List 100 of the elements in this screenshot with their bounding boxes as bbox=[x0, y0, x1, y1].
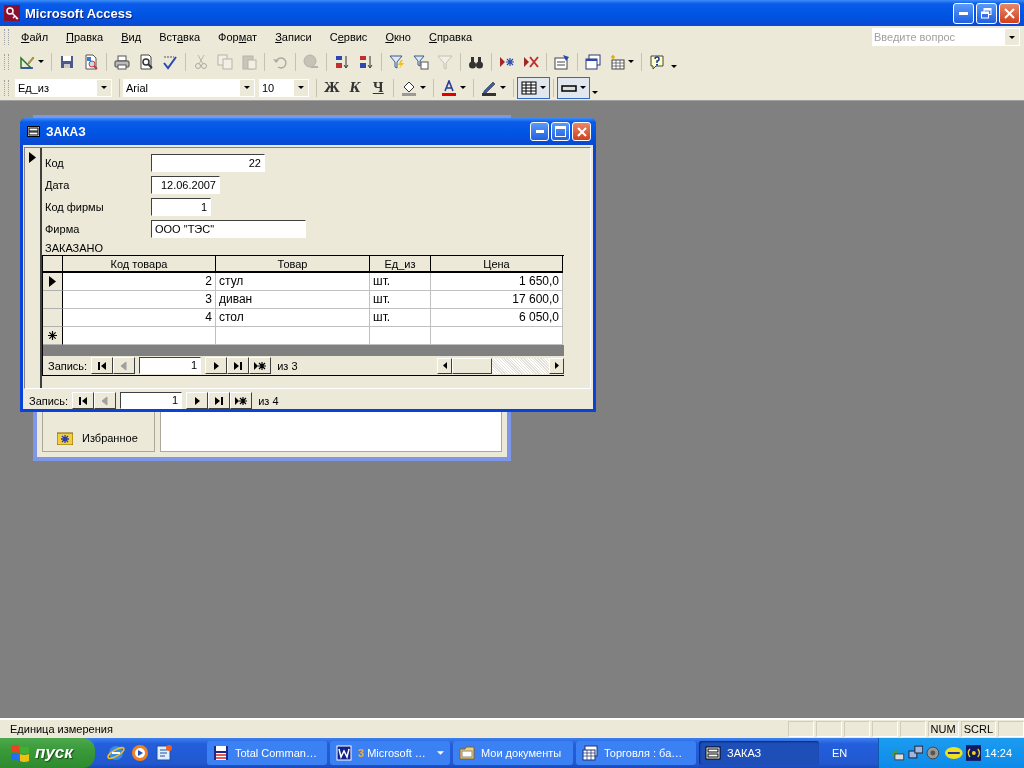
menu-item[interactable]: Формат bbox=[212, 31, 264, 43]
menu-item[interactable]: Окно bbox=[379, 31, 417, 43]
table-cell[interactable] bbox=[63, 327, 216, 345]
first-record-icon bbox=[78, 395, 89, 406]
status-panel bbox=[815, 721, 842, 737]
last-record-icon bbox=[214, 395, 225, 406]
help-question-field[interactable]: Введите вопрос bbox=[872, 28, 1004, 46]
star-folder-icon bbox=[57, 431, 73, 445]
status-panel bbox=[871, 721, 898, 737]
first-record-button[interactable] bbox=[91, 357, 114, 374]
table-cell: шт. bbox=[370, 309, 431, 327]
column-header[interactable]: Код товара bbox=[63, 256, 216, 273]
object-combo-box[interactable]: Ед_из bbox=[15, 78, 112, 97]
new-table-icon bbox=[609, 53, 625, 70]
font-color-icon bbox=[440, 79, 457, 96]
taskbar-button[interactable]: ЗАКАЗ bbox=[699, 741, 819, 765]
previous-record-icon bbox=[119, 360, 130, 371]
dropdown-button[interactable] bbox=[1004, 28, 1020, 46]
horizontal-scrollbar[interactable] bbox=[437, 357, 564, 374]
menu-item[interactable]: Вставка bbox=[153, 31, 207, 43]
minimize-button[interactable] bbox=[953, 2, 974, 24]
record-number-field[interactable]: 1 bbox=[120, 392, 183, 409]
scroll-right-icon bbox=[554, 362, 559, 369]
table-cell: 3 bbox=[63, 291, 216, 309]
close-button[interactable] bbox=[999, 2, 1020, 24]
table-cell[interactable] bbox=[431, 327, 563, 345]
menu-item[interactable]: Вид bbox=[115, 31, 148, 43]
form-icon bbox=[27, 126, 40, 137]
row-selector[interactable] bbox=[43, 309, 63, 327]
close-button[interactable] bbox=[572, 122, 591, 141]
browser-launch-button[interactable] bbox=[107, 744, 125, 762]
table-cell: 17 600,0 bbox=[431, 291, 563, 309]
clipboard-icon bbox=[241, 53, 257, 70]
status-indicator: NUM bbox=[927, 721, 959, 737]
row-selector[interactable] bbox=[43, 291, 63, 309]
taskbar-button[interactable]: Торговля : ба… bbox=[576, 741, 696, 765]
checkmark-icon bbox=[162, 53, 178, 70]
last-record-button[interactable] bbox=[227, 357, 250, 374]
border-style-button[interactable] bbox=[556, 76, 590, 99]
menu-item[interactable]: Правка bbox=[60, 31, 110, 43]
row-selector[interactable] bbox=[43, 273, 63, 291]
field-label: Фирма bbox=[45, 223, 81, 235]
globe-icon bbox=[303, 53, 319, 70]
last-record-button[interactable] bbox=[208, 392, 231, 409]
column-header[interactable]: Ед_из bbox=[370, 256, 431, 273]
row-selector[interactable] bbox=[43, 327, 63, 345]
maximize-button[interactable] bbox=[551, 122, 570, 141]
first-record-button[interactable] bbox=[72, 392, 95, 409]
menu-item[interactable]: Сервис bbox=[323, 31, 374, 43]
taskbar-button[interactable]: 3 Microsoft … bbox=[330, 741, 450, 765]
media-player-launch-button[interactable] bbox=[131, 744, 149, 762]
minimize-button[interactable] bbox=[530, 122, 549, 141]
taskbar-button[interactable]: Мои документы bbox=[453, 741, 573, 765]
form-icon bbox=[705, 745, 721, 761]
group-item[interactable]: Избранное bbox=[82, 432, 138, 444]
copy-icon bbox=[217, 53, 233, 70]
start-button[interactable]: пуск bbox=[0, 738, 95, 768]
table-cell: шт. bbox=[370, 291, 431, 309]
status-panel bbox=[843, 721, 870, 737]
menu-item[interactable]: Записи bbox=[269, 31, 318, 43]
help-icon bbox=[649, 53, 665, 70]
maximize-icon bbox=[555, 126, 566, 137]
last-record-icon bbox=[233, 360, 244, 371]
status-indicator: SCRL bbox=[960, 721, 996, 737]
text-field[interactable]: 12.06.2007 bbox=[151, 176, 220, 194]
document-icon bbox=[155, 744, 173, 762]
table-cell[interactable] bbox=[216, 327, 370, 345]
text-field[interactable]: 1 bbox=[151, 198, 211, 216]
new-record-button[interactable] bbox=[230, 392, 253, 409]
table-cell[interactable] bbox=[370, 327, 431, 345]
menu-item[interactable]: Файл bbox=[15, 31, 55, 43]
text-field[interactable]: 22 bbox=[151, 154, 265, 172]
next-record-button[interactable] bbox=[205, 357, 228, 374]
tray-logo-icon bbox=[945, 745, 963, 761]
pen-icon bbox=[480, 79, 497, 96]
font-size-combo-box[interactable]: 10 bbox=[259, 78, 309, 97]
column-header[interactable]: Цена bbox=[431, 256, 563, 273]
taskbar-button[interactable]: Total Comman… bbox=[207, 741, 327, 765]
status-text: Единица измерения bbox=[9, 723, 114, 735]
next-record-button[interactable] bbox=[186, 392, 209, 409]
text-field[interactable]: ООО "ТЭС" bbox=[151, 220, 306, 238]
record-number-field[interactable]: 1 bbox=[139, 357, 202, 374]
menu-item[interactable]: Справка bbox=[422, 31, 479, 43]
desktop-launch-button[interactable] bbox=[155, 744, 173, 762]
underline-button[interactable]: Ч bbox=[366, 76, 390, 99]
toolbar-options-icon bbox=[591, 90, 598, 94]
caret-icon bbox=[459, 86, 466, 89]
language-indicator[interactable]: EN bbox=[832, 747, 858, 759]
scissors-icon bbox=[193, 53, 209, 70]
grid-button[interactable] bbox=[516, 76, 550, 99]
italic-button[interactable]: К bbox=[343, 76, 367, 99]
field-label: Дата bbox=[45, 179, 71, 191]
font-combo-box[interactable]: Arial bbox=[123, 78, 255, 97]
column-header[interactable]: Товар bbox=[216, 256, 370, 273]
record-count: из 4 bbox=[258, 394, 279, 407]
new-record-button[interactable] bbox=[249, 357, 272, 374]
restore-button[interactable] bbox=[976, 2, 997, 24]
bold-button[interactable]: Ж bbox=[320, 76, 344, 99]
record-count: из 3 bbox=[277, 359, 298, 372]
sort-descending-icon bbox=[358, 53, 374, 70]
